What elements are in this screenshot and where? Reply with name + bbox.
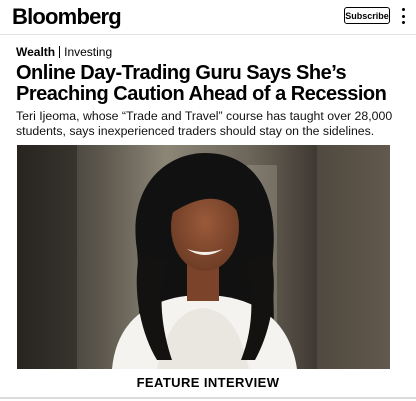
subsection-label[interactable]: Investing [64, 45, 112, 59]
section-breadcrumb: Wealth Investing [16, 45, 112, 59]
bottom-divider [0, 397, 416, 399]
bloomberg-logo[interactable]: Bloomberg [12, 4, 122, 30]
article-photo [17, 145, 390, 369]
site-header: Bloomberg Subscribe [0, 0, 416, 35]
section-label[interactable]: Wealth [16, 45, 55, 59]
breadcrumb-divider [59, 46, 61, 58]
article-dek: Teri Ijeoma, whose “Trade and Travel” co… [16, 109, 393, 138]
subscribe-button[interactable]: Subscribe [344, 7, 390, 24]
vertical-ellipsis-icon[interactable] [401, 8, 405, 24]
article-headline: Online Day-Trading Guru Says She’s Preac… [16, 62, 387, 105]
photo-caption: FEATURE INTERVIEW [136, 375, 280, 390]
